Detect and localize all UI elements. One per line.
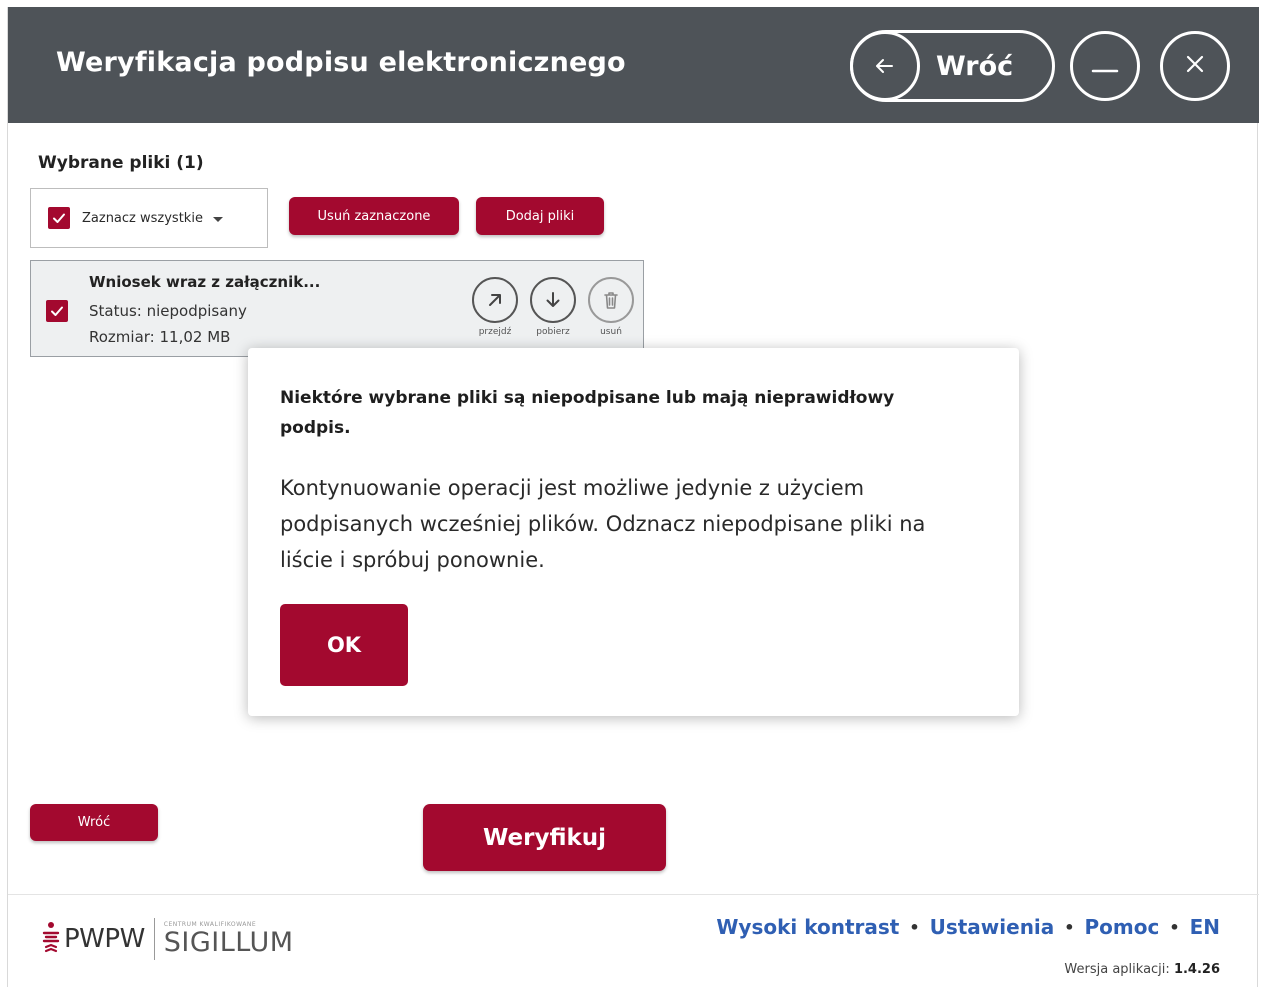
ok-button[interactable]: OK <box>280 604 408 686</box>
page-title: Weryfikacja podpisu elektronicznego <box>56 47 626 78</box>
close-button[interactable] <box>1160 31 1230 101</box>
download-icon <box>530 277 576 323</box>
header-back-label: Wróć <box>936 50 1014 82</box>
link-separator: • <box>1169 917 1180 937</box>
minimize-button[interactable] <box>1070 31 1140 101</box>
select-all-checkbox[interactable] <box>48 207 70 229</box>
logo-sigillum: CENTRUM KWALIFIKOWANE SIGILLUM <box>164 921 294 958</box>
logo-sigillum-text: SIGILLUM <box>163 926 294 958</box>
selected-files-title: Wybrane pliki (1) <box>38 153 204 173</box>
verify-button[interactable]: Weryfikuj <box>423 804 666 871</box>
logo-separator <box>153 918 155 960</box>
high-contrast-link[interactable]: Wysoki kontrast <box>716 915 899 939</box>
version-value: 1.4.26 <box>1173 962 1220 977</box>
file-go-label: przejdź <box>478 327 512 337</box>
chevron-down-icon <box>212 217 223 222</box>
link-separator: • <box>1064 917 1075 937</box>
version-label: Wersja aplikacji: <box>1064 962 1170 977</box>
file-delete-label: usuń <box>600 327 622 337</box>
file-delete-button[interactable]: usuń <box>587 277 635 337</box>
alert-dialog: Niektóre wybrane pliki są niepodpisane l… <box>248 348 1019 716</box>
settings-link[interactable]: Ustawienia <box>930 915 1055 939</box>
close-icon <box>1183 52 1207 80</box>
dialog-message: Kontynuowanie operacji jest możliwe jedy… <box>280 476 926 572</box>
remove-selected-button[interactable]: Usuń zaznaczone <box>289 197 459 235</box>
file-status: Status: niepodpisany <box>89 302 247 320</box>
dialog-heading: Niektóre wybrane pliki są niepodpisane l… <box>280 388 895 438</box>
link-separator: • <box>909 917 920 937</box>
select-all-label: Zaznacz wszystkie <box>82 210 203 226</box>
add-files-button[interactable]: Dodaj pliki <box>476 197 604 235</box>
minimize-icon <box>1090 49 1120 83</box>
pwpw-emblem-icon <box>42 919 60 959</box>
footer-links: Wysoki kontrast • Ustawienia • Pomoc • E… <box>716 915 1220 939</box>
logo-pwpw-text: PWPW <box>64 924 145 954</box>
back-button[interactable]: Wróć <box>30 804 158 841</box>
arrow-up-right-icon <box>472 277 518 323</box>
arrow-left-icon <box>850 31 920 101</box>
file-download-label: pobierz <box>536 327 570 337</box>
file-name: Wniosek wraz z załącznik... <box>89 273 321 291</box>
file-download-button[interactable]: pobierz <box>529 277 577 337</box>
app-window: Weryfikacja podpisu elektronicznego Wróć… <box>7 7 1259 987</box>
header-back-button[interactable]: Wróć <box>850 30 1055 102</box>
file-size: Rozmiar: 11,02 MB <box>89 328 231 346</box>
pwpw-sigillum-logo: PWPW CENTRUM KWALIFIKOWANE SIGILLUM <box>42 918 294 960</box>
app-header: Weryfikacja podpisu elektronicznego Wróć <box>8 7 1259 123</box>
select-all-dropdown[interactable]: Zaznacz wszystkie <box>30 188 268 248</box>
file-checkbox[interactable] <box>46 300 68 322</box>
file-list-item: Wniosek wraz z załącznik... Status: niep… <box>30 260 644 357</box>
language-link[interactable]: EN <box>1190 915 1220 939</box>
help-link[interactable]: Pomoc <box>1085 915 1160 939</box>
footer-divider <box>8 894 1259 895</box>
file-go-button[interactable]: przejdź <box>471 277 519 337</box>
trash-icon <box>588 277 634 323</box>
app-version: Wersja aplikacji: 1.4.26 <box>1064 962 1220 977</box>
